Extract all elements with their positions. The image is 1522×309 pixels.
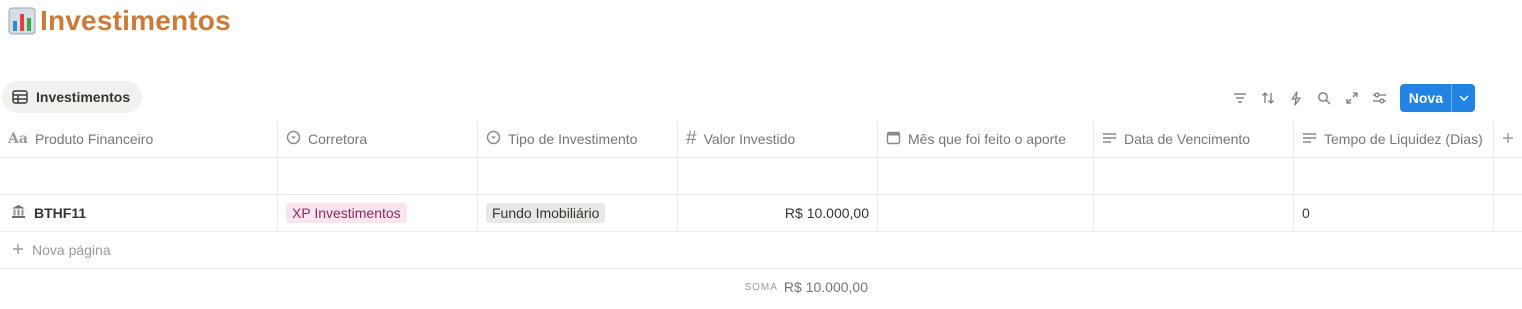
calendar-icon (886, 130, 901, 148)
cell-tipo[interactable]: Fundo Imobiliário (478, 195, 678, 231)
filter-icon[interactable] (1226, 84, 1254, 112)
expand-icon[interactable] (1338, 84, 1366, 112)
column-header-label: Tempo de Liquidez (Dias) (1324, 131, 1483, 147)
table-cell[interactable] (1294, 158, 1494, 194)
table-header-row: Aa Produto Financeiro Corretora Tipo de … (0, 121, 1522, 158)
column-header-produto[interactable]: Aa Produto Financeiro (0, 121, 278, 157)
settings-icon[interactable] (1366, 84, 1394, 112)
select-tag: XP Investimentos (286, 203, 407, 223)
view-tab-label: Investimentos (36, 89, 131, 105)
text-lines-icon (1102, 131, 1117, 147)
cell-produto[interactable]: BTHF11 (0, 195, 278, 231)
new-button[interactable]: Nova (1400, 84, 1451, 112)
liquidez-value: 0 (1302, 205, 1310, 221)
column-header-label: Corretora (308, 131, 368, 147)
table-cell[interactable] (478, 158, 678, 194)
column-header-valor[interactable]: # Valor Investido (678, 121, 878, 157)
new-page-button[interactable]: Nova página (0, 232, 1522, 269)
search-icon[interactable] (1310, 84, 1338, 112)
valor-value: R$ 10.000,00 (784, 205, 869, 221)
table-cell[interactable] (0, 158, 278, 194)
table-row-empty[interactable] (0, 158, 1522, 195)
cell-liquidez[interactable]: 0 (1294, 195, 1494, 231)
cell-vencimento[interactable] (1094, 195, 1294, 231)
cell-mes[interactable] (878, 195, 1094, 231)
column-header-label: Mês que foi feito o aporte (908, 131, 1066, 147)
column-header-label: Tipo de Investimento (508, 131, 638, 147)
produto-value: BTHF11 (34, 205, 87, 221)
text-lines-icon (1302, 131, 1317, 147)
new-page-label: Nova página (32, 242, 111, 258)
select-tag: Fundo Imobiliário (486, 203, 606, 223)
bar-chart-icon[interactable] (8, 7, 36, 35)
database-table: Aa Produto Financeiro Corretora Tipo de … (0, 121, 1522, 305)
cell-corretora[interactable]: XP Investimentos (278, 195, 478, 231)
select-icon (286, 130, 301, 148)
database-toolbar: Nova (1226, 84, 1475, 112)
column-header-tipo[interactable]: Tipo de Investimento (478, 121, 678, 157)
sum-label: SOMA (744, 281, 778, 293)
plus-icon (1502, 131, 1514, 147)
column-header-corretora[interactable]: Corretora (278, 121, 478, 157)
page-header: Investimentos (8, 4, 231, 38)
new-button-group: Nova (1399, 84, 1475, 112)
column-header-vencimento[interactable]: Data de Vencimento (1094, 121, 1294, 157)
column-header-label: Valor Investido (703, 131, 796, 147)
column-header-mes[interactable]: Mês que foi feito o aporte (878, 121, 1094, 157)
table-cell (1494, 158, 1522, 194)
cell-valor[interactable]: R$ 10.000,00 (678, 195, 878, 231)
table-cell[interactable] (878, 158, 1094, 194)
table-cell (1494, 195, 1522, 231)
number-icon: # (686, 128, 697, 149)
add-column-button[interactable] (1494, 121, 1522, 157)
table-cell[interactable] (1094, 158, 1294, 194)
text-type-icon: Aa (8, 131, 28, 147)
sum-value: R$ 10.000,00 (783, 279, 868, 295)
plus-icon (12, 242, 24, 258)
column-header-liquidez[interactable]: Tempo de Liquidez (Dias) (1294, 121, 1494, 157)
page-title[interactable]: Investimentos (40, 5, 231, 37)
table-cell[interactable] (278, 158, 478, 194)
sort-icon[interactable] (1254, 84, 1282, 112)
select-icon (486, 130, 501, 148)
view-tab-investimentos[interactable]: Investimentos (2, 81, 143, 113)
calculation-row[interactable]: SOMA R$ 10.000,00 (0, 269, 878, 305)
table-row[interactable]: BTHF11 XP Investimentos Fundo Imobiliári… (0, 195, 1522, 232)
table-cell[interactable] (678, 158, 878, 194)
automation-icon[interactable] (1282, 84, 1310, 112)
table-icon (12, 90, 28, 104)
column-header-label: Produto Financeiro (34, 131, 154, 147)
chevron-down-icon[interactable] (1451, 84, 1475, 112)
bank-icon (11, 204, 26, 222)
column-header-label: Data de Vencimento (1124, 131, 1251, 147)
